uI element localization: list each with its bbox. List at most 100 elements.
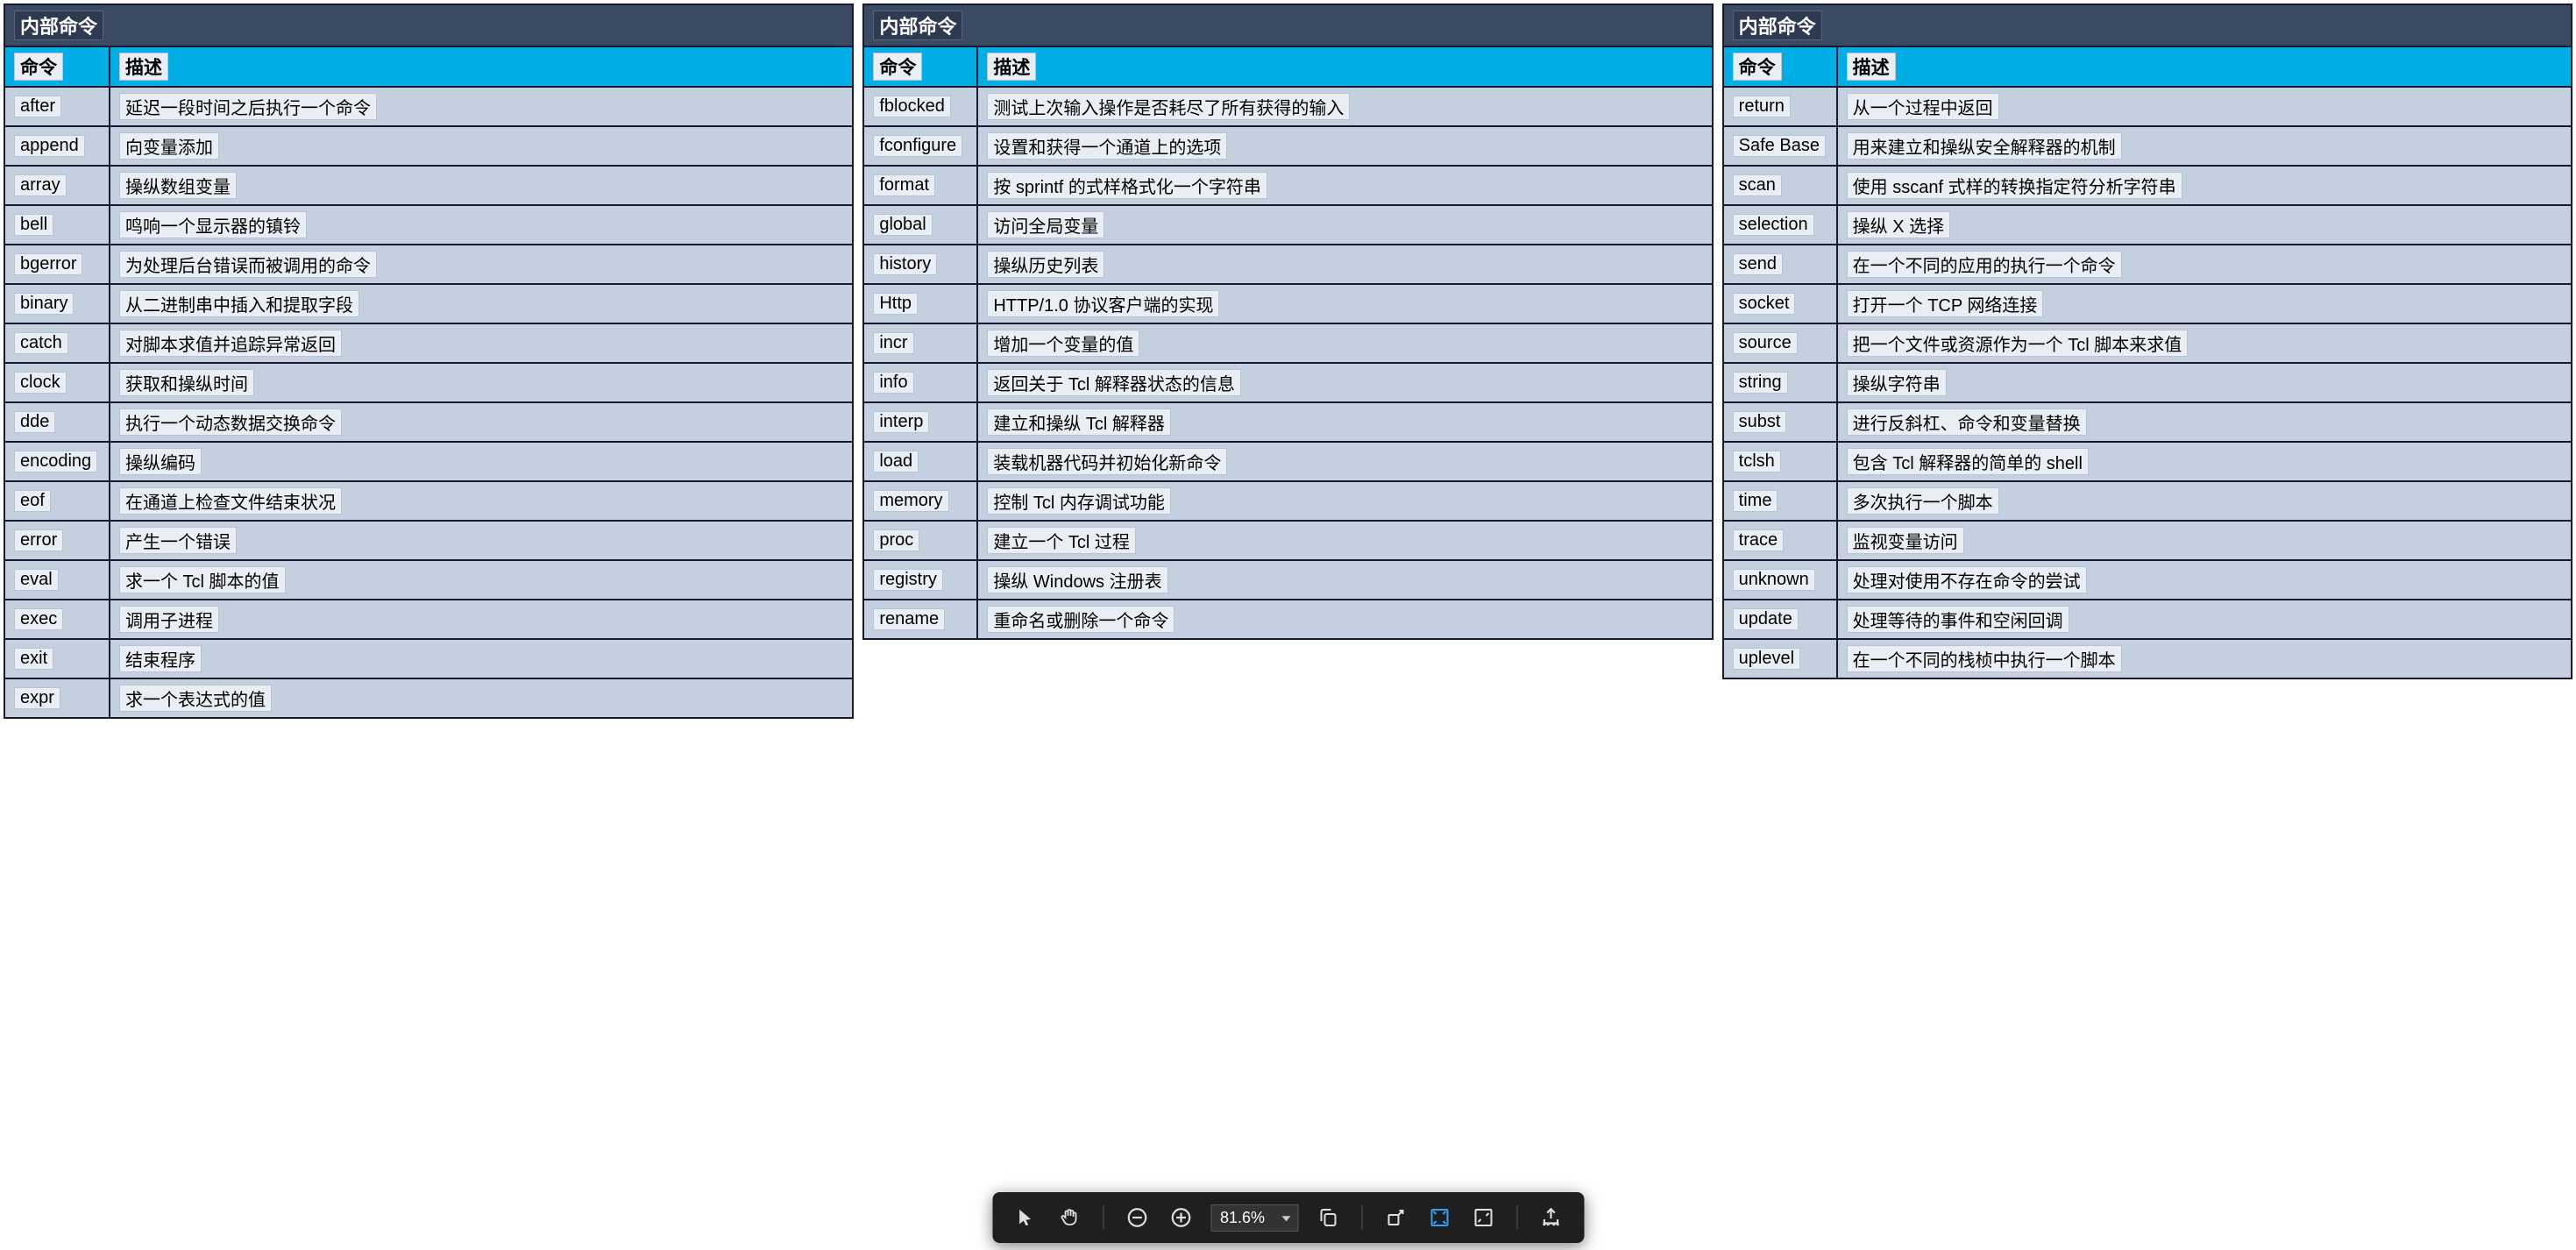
cmd-cell: fconfigure [863,126,977,166]
desc-cell: 获取和操纵时间 [110,363,853,402]
cmd-cell: exec [4,600,110,639]
share-button[interactable] [1536,1204,1565,1232]
table-row: HttpHTTP/1.0 协议客户端的实现 [863,284,1712,323]
desc-cell: 建立和操纵 Tcl 解释器 [977,402,1712,442]
rotate-button[interactable] [1381,1204,1409,1232]
cmd-value: eval [14,569,59,591]
cmd-value: trace [1733,529,1784,551]
desc-value: 结束程序 [119,645,202,672]
table-row: send 在一个不同的应用的执行一个命令 [1723,245,2572,284]
cmd-cell: trace [1723,521,1837,560]
desc-value: 在通道上检查文件结束状况 [119,487,342,515]
col-header-desc: 描述 [977,46,1712,87]
desc-cell: 增加一个变量的值 [977,323,1712,363]
col-header-desc: 描述 [1837,46,2572,87]
desc-cell: 操纵数组变量 [110,166,853,205]
desc-cell: 执行一个动态数据交换命令 [110,402,853,442]
hand-tool-button[interactable] [1055,1204,1083,1232]
table-row: array操纵数组变量 [4,166,853,205]
fit-page-button[interactable] [1425,1204,1453,1232]
table-row: proc 建立一个 Tcl 过程 [863,521,1712,560]
table-row: exit 结束程序 [4,639,853,678]
desc-value: 延迟一段时间之后执行一个命令 [119,93,377,120]
desc-cell: 在一个不同的应用的执行一个命令 [1837,245,2572,284]
desc-value: 操纵历史列表 [987,251,1104,278]
cmd-cell: binary [4,284,110,323]
cmd-value: proc [873,529,919,551]
desc-value: 打开一个 TCP 网络连接 [1847,290,2044,317]
desc-value: 使用 sscanf 式样的转换指定符分析字符串 [1847,172,2182,199]
table-row: uplevel在一个不同的栈桢中执行一个脚本 [1723,639,2572,678]
cmd-value: rename [873,608,945,630]
table-row: fblocked 测试上次输入操作是否耗尽了所有获得的输入 [863,87,1712,126]
pointer-tool-button[interactable] [1011,1204,1040,1232]
cmd-cell: send [1723,245,1837,284]
desc-value: 鸣响一个显示器的镇铃 [119,211,307,238]
table-row: format 按 sprintf 的式样格式化一个字符串 [863,166,1712,205]
desc-cell: 处理等待的事件和空闲回调 [1837,600,2572,639]
desc-value: 操纵 X 选择 [1847,211,1950,238]
desc-cell: 为处理后台错误而被调用的命令 [110,245,853,284]
cmd-value: fblocked [873,96,951,117]
cmd-cell: subst [1723,402,1837,442]
cmd-cell: load [863,442,977,481]
desc-value: 按 sprintf 的式样格式化一个字符串 [987,172,1267,199]
cmd-cell: incr [863,323,977,363]
fullscreen-button[interactable] [1469,1204,1497,1232]
copy-button[interactable] [1314,1204,1342,1232]
cmd-cell: error [4,521,110,560]
desc-cell: 操纵 Windows 注册表 [977,560,1712,600]
cmd-value: eof [14,490,51,512]
cmd-value: append [14,135,85,157]
desc-cell: 打开一个 TCP 网络连接 [1837,284,2572,323]
desc-value: 访问全局变量 [987,211,1104,238]
zoom-level-select[interactable]: 81.6% [1210,1204,1298,1232]
desc-cell: 测试上次输入操作是否耗尽了所有获得的输入 [977,87,1712,126]
desc-value: 操纵 Windows 注册表 [987,566,1167,593]
desc-cell: 对脚本求值并追踪异常返回 [110,323,853,363]
table-row: bell 鸣响一个显示器的镇铃 [4,205,853,245]
cmd-cell: exit [4,639,110,678]
zoom-in-button[interactable] [1167,1204,1195,1232]
cmd-value: Safe Base [1733,135,1826,157]
desc-cell: 访问全局变量 [977,205,1712,245]
desc-value: 在一个不同的应用的执行一个命令 [1847,251,2122,278]
table-row: eval 求一个 Tcl 脚本的值 [4,560,853,600]
cmd-value: return [1733,96,1791,117]
table-row: selection操纵 X 选择 [1723,205,2572,245]
table-row: fconfigure设置和获得一个通道上的选项 [863,126,1712,166]
desc-cell: 把一个文件或资源作为一个 Tcl 脚本来求值 [1837,323,2572,363]
commands-table-3: 内部命令 命令 描述 return从一个过程中返回Safe Base用来建立和操… [1722,4,2572,679]
desc-cell: HTTP/1.0 协议客户端的实现 [977,284,1712,323]
table-row: registry操纵 Windows 注册表 [863,560,1712,600]
cmd-value: bell [14,214,53,236]
cmd-value: info [873,372,913,394]
cmd-value: string [1733,372,1788,394]
desc-cell: 使用 sscanf 式样的转换指定符分析字符串 [1837,166,2572,205]
cmd-cell: Safe Base [1723,126,1837,166]
desc-value: 操纵数组变量 [119,172,237,199]
cmd-value: format [873,174,935,196]
cmd-value: global [873,214,932,236]
cmd-value: clock [14,372,67,394]
desc-cell: 重命名或删除一个命令 [977,600,1712,639]
cmd-value: binary [14,293,74,315]
desc-cell: 求一个表达式的值 [110,678,853,718]
cmd-cell: encoding [4,442,110,481]
cmd-value: dde [14,411,55,433]
desc-cell: 在一个不同的栈桢中执行一个脚本 [1837,639,2572,678]
cmd-cell: append [4,126,110,166]
table-row: global 访问全局变量 [863,205,1712,245]
desc-cell: 求一个 Tcl 脚本的值 [110,560,853,600]
cmd-value: error [14,529,63,551]
cmd-cell: tclsh [1723,442,1837,481]
cmd-value: memory [873,490,948,512]
desc-cell: 建立一个 Tcl 过程 [977,521,1712,560]
table-row: unknown处理对使用不存在命令的尝试 [1723,560,2572,600]
desc-value: 从一个过程中返回 [1847,93,1999,120]
desc-value: 进行反斜杠、命令和变量替换 [1847,408,2087,436]
desc-value: 建立一个 Tcl 过程 [987,527,1136,554]
desc-value: 处理等待的事件和空闲回调 [1847,606,2069,633]
zoom-out-button[interactable] [1123,1204,1151,1232]
table-row: socket打开一个 TCP 网络连接 [1723,284,2572,323]
